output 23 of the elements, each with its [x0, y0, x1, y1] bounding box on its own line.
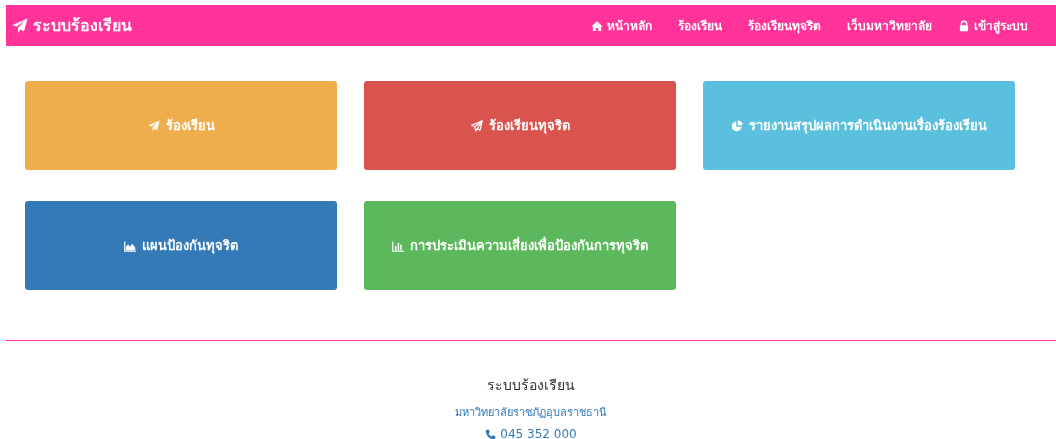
nav-link[interactable]: เว็บมหาวิทยาลัย	[847, 16, 932, 35]
phone-icon	[485, 428, 497, 439]
bar-chart-icon	[392, 239, 404, 252]
organization-name: มหาวิทยาลัยราชภัฏอุบลราชธานี	[454, 405, 608, 421]
brand-link[interactable]: ระบบร้องเรียน	[12, 13, 132, 38]
menu-tile[interactable]: การประเมินความเสี่ยงเพื่อป้องกันการทุจริต	[364, 201, 676, 290]
nav-link[interactable]: เข้าสู่ระบบ	[958, 16, 1028, 35]
menu-tile[interactable]: ร้องเรียนทุจริต	[364, 81, 676, 170]
lock-icon	[958, 19, 970, 32]
area-chart-icon	[124, 239, 136, 252]
phone-number: 045 352 000	[500, 427, 577, 439]
nav-link[interactable]: ร้องเรียน	[678, 16, 722, 35]
menu-tile[interactable]: แผนป้องกันทุจริต	[25, 201, 337, 290]
pie-chart-icon	[731, 119, 743, 132]
menu-tile[interactable]: ร้องเรียน	[25, 81, 337, 170]
nav-link[interactable]: ร้องเรียนทุจริต	[748, 16, 821, 35]
footer-title: ระบบร้องเรียน	[486, 376, 576, 395]
home-icon	[591, 19, 603, 32]
menu-tile[interactable]: รายงานสรุปผลการดำเนินงานเรื่องร้องเรียน	[703, 81, 1015, 170]
paper-plane-icon	[12, 17, 28, 34]
paper-plane-icon	[147, 119, 160, 132]
paper-plane-icon	[470, 119, 483, 132]
nav-link[interactable]: หน้าหลัก	[591, 16, 652, 35]
